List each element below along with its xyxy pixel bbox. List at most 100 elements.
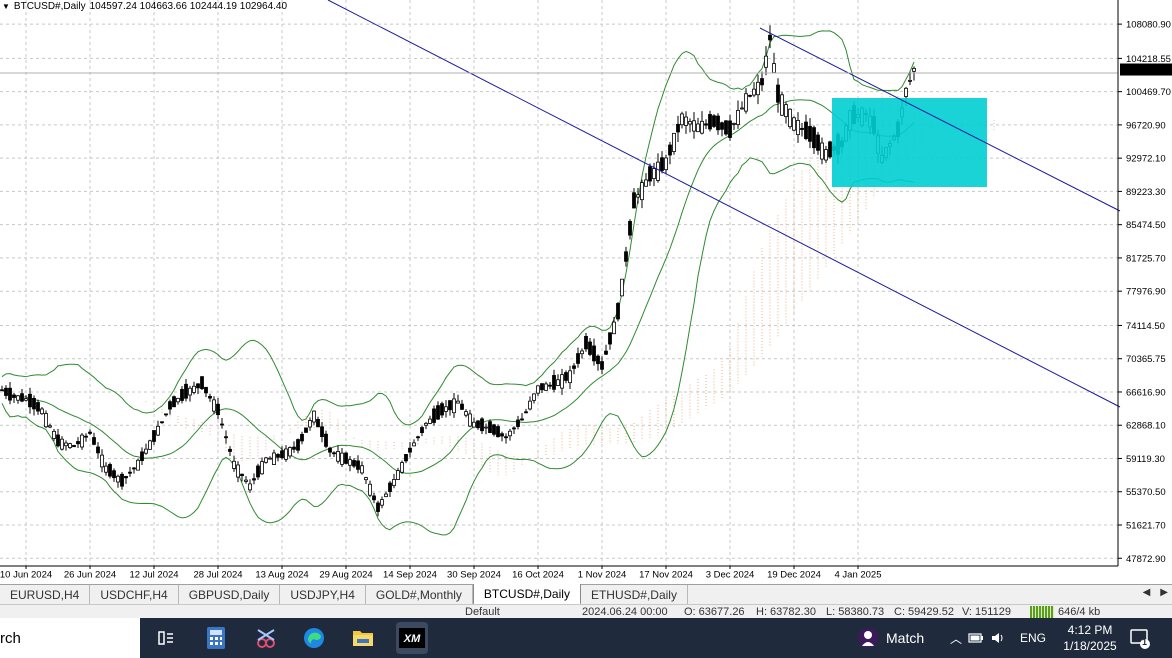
candle-body [44, 413, 48, 428]
candle-body [764, 55, 768, 68]
bar-volume: V: 151129 [962, 606, 1011, 618]
candle [712, 114, 716, 128]
candle [92, 432, 96, 446]
clock[interactable]: 4:12 PM 1/18/2025 [1060, 618, 1120, 658]
calculator-icon[interactable] [200, 622, 232, 654]
price-tick-label: 51621.70 [1126, 520, 1166, 531]
chart-area[interactable]: 108080.90 104218.55 100469.70 96720.90 92972… [0, 0, 1172, 584]
candle-body [760, 78, 764, 86]
tab-scroll-buttons[interactable]: ◀ ▶ [1143, 587, 1168, 598]
candle-body [584, 335, 588, 350]
candle-body [416, 436, 420, 439]
file-explorer-icon[interactable] [347, 622, 379, 654]
candle [292, 441, 296, 453]
price-tick-label: 47872.90 [1126, 554, 1166, 565]
supply-zone-rectangle[interactable] [832, 98, 987, 187]
candle-body [792, 117, 796, 131]
candle-body [756, 81, 760, 96]
tab-usdjpy-h4[interactable]: USDJPY,H4 [280, 585, 366, 605]
scroll-right-icon[interactable]: ▶ [1160, 587, 1168, 598]
system-tray: ︿ ENG [950, 618, 1046, 658]
candle [552, 369, 556, 393]
candle [264, 456, 268, 464]
candle-body [816, 134, 820, 151]
candle [252, 473, 256, 485]
candle-body [720, 122, 724, 130]
battery-icon[interactable] [968, 631, 984, 645]
trend-channel[interactable] [0, 0, 1121, 408]
candle-body [636, 194, 640, 198]
candle [336, 445, 340, 464]
bar-close: C: 59429.52 [894, 606, 954, 618]
svg-text:XM: XM [403, 633, 421, 645]
candle-body [128, 471, 132, 474]
volume-icon[interactable] [990, 631, 1006, 645]
candle [456, 394, 460, 404]
snipping-tool-icon[interactable] [250, 622, 282, 654]
task-view-icon[interactable] [150, 622, 182, 654]
candle-body [588, 341, 592, 355]
search-input[interactable]: rch [0, 618, 140, 658]
candle-body [708, 114, 712, 130]
candle [164, 413, 168, 417]
edge-browser-icon[interactable] [298, 622, 330, 654]
candle-body [600, 361, 604, 370]
candle [420, 425, 424, 437]
price-chart[interactable]: 108080.90 104218.55 100469.70 96720.90 92972… [0, 0, 1172, 584]
candle-body [16, 395, 20, 401]
xm-app-icon[interactable]: XM [396, 622, 428, 654]
candle [668, 141, 672, 165]
profile-name[interactable]: Default [465, 606, 500, 618]
candle-body [800, 127, 804, 130]
candle-body [776, 84, 780, 103]
candle-body [324, 433, 328, 447]
candle-body [220, 423, 224, 426]
language-indicator[interactable]: ENG [1020, 631, 1046, 645]
price-tick-label: 85474.50 [1126, 220, 1166, 231]
candle [460, 399, 464, 410]
candle-body [808, 126, 812, 142]
tab-usdchf-h4[interactable]: USDCHF,H4 [90, 585, 179, 605]
candle [352, 458, 356, 469]
candle-body [352, 460, 356, 467]
price-tick-label: 62868.10 [1126, 421, 1166, 432]
candle [312, 410, 316, 425]
chevron-up-icon[interactable]: ︿ [950, 630, 962, 647]
candle [36, 399, 40, 415]
candle-body [912, 68, 916, 72]
candle [120, 472, 124, 490]
price-axis: 108080.90 104218.55 100469.70 96720.90 92972… [0, 0, 1172, 567]
candle [172, 395, 176, 408]
tab-ethusd-daily[interactable]: ETHUSD#,Daily [581, 585, 688, 605]
candle-body [176, 397, 180, 403]
time-tick-label: 4 Jan 2025 [834, 570, 881, 581]
candle-body [348, 459, 352, 466]
price-tick-label: 100469.70 [1126, 87, 1171, 98]
tab-gold-monthly[interactable]: GOLD#,Monthly [366, 585, 473, 605]
candle [80, 433, 84, 450]
time-tick-label: 29 Aug 2024 [319, 570, 372, 581]
candle-body [772, 63, 776, 74]
candle [588, 338, 592, 357]
candle-body [132, 467, 136, 470]
candle [788, 108, 792, 129]
candle-body [364, 477, 368, 481]
tab-eurusd-h4[interactable]: EURUSD,H4 [0, 585, 91, 605]
candle [60, 436, 64, 451]
bar-date: 2024.06.24 00:00 [582, 606, 668, 618]
candle-body [36, 402, 40, 412]
candle [796, 112, 800, 143]
match-widget[interactable]: Match [856, 618, 924, 658]
candle [584, 332, 588, 352]
candle-body [620, 278, 624, 297]
candle-body [360, 465, 364, 474]
notification-icon[interactable]: 1 [1128, 626, 1152, 650]
scroll-left-icon[interactable]: ◀ [1143, 587, 1151, 598]
candle [448, 400, 452, 416]
tab-btcusd-daily[interactable]: BTCUSD#,Daily [472, 584, 581, 605]
candle-body [788, 108, 792, 128]
candle [124, 475, 128, 484]
candle-body [784, 104, 788, 118]
tab-gbpusd-daily[interactable]: GBPUSD,Daily [179, 585, 281, 605]
candle [592, 338, 596, 366]
